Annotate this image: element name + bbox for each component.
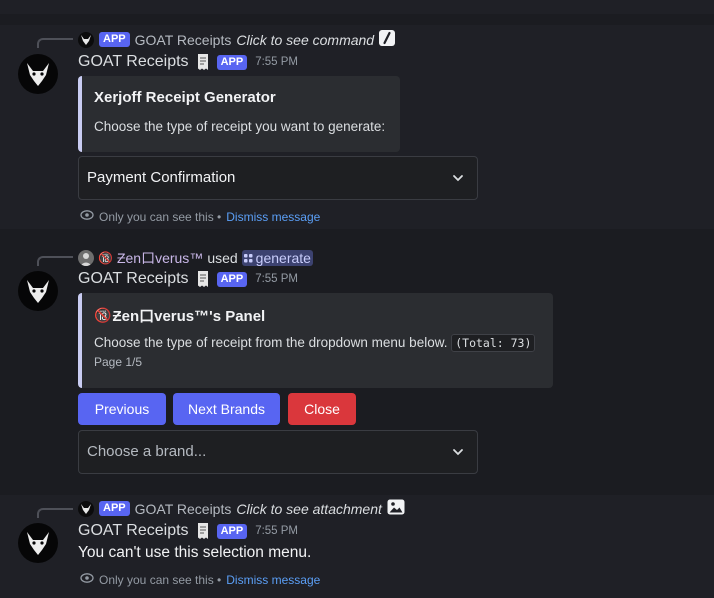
reply-action[interactable]: Click to see command: [236, 32, 374, 48]
app-tag: APP: [216, 54, 248, 70]
reply-bot-name[interactable]: GOAT Receipts: [135, 501, 232, 517]
total-count-code: (Total: 73): [451, 334, 536, 352]
close-button[interactable]: Close: [288, 393, 356, 425]
embed-title-row: 🔞 Ƶen口verus™'s Panel: [94, 305, 265, 326]
embed-title: Ƶen口verus™'s Panel: [112, 308, 266, 325]
author-name[interactable]: GOAT Receipts: [78, 53, 189, 71]
reply-preview[interactable]: APP GOAT Receipts Click to see attachmen…: [78, 499, 405, 518]
eye-icon: [80, 209, 94, 224]
ephemeral-text: Only you can see this •: [99, 572, 222, 587]
app-tag: APP: [216, 523, 248, 539]
timestamp[interactable]: 7:55 PM: [255, 273, 298, 285]
reply-bot-name[interactable]: GOAT Receipts: [135, 32, 232, 48]
app-tag: APP: [99, 32, 130, 47]
previous-message-band: [0, 0, 714, 14]
slash-command-icon: [379, 30, 396, 49]
bot-avatar[interactable]: [18, 271, 58, 311]
command-mention[interactable]: generate: [241, 250, 313, 266]
embed-card: Xerjoff Receipt Generator Choose the typ…: [78, 76, 400, 152]
age-badge-icon: 🔞: [98, 251, 113, 265]
select-placeholder: Choose a brand...: [87, 443, 207, 460]
author-name[interactable]: GOAT Receipts: [78, 270, 189, 288]
reply-preview[interactable]: 🔞 Ƶen口verus™ used generate: [78, 248, 313, 268]
reply-preview[interactable]: APP GOAT Receipts Click to see command: [78, 30, 396, 49]
message-header: GOAT Receipts APP 7:55 PM: [78, 522, 298, 540]
app-tag: APP: [99, 501, 130, 516]
message-header: GOAT Receipts APP 7:55 PM: [78, 270, 298, 288]
timestamp[interactable]: 7:55 PM: [255, 525, 298, 537]
user-mini-avatar[interactable]: [78, 250, 94, 266]
embed-title: Xerjoff Receipt Generator: [94, 89, 276, 106]
embed-description-row: Choose the type of receipt from the drop…: [94, 334, 536, 352]
image-icon: [387, 499, 405, 518]
bot-avatar[interactable]: [18, 523, 58, 563]
app-grid-icon: [243, 253, 253, 262]
author-name[interactable]: GOAT Receipts: [78, 522, 189, 540]
receipt-icon: [195, 270, 211, 288]
eye-icon: [80, 572, 94, 587]
previous-button[interactable]: Previous: [78, 393, 166, 425]
message-header: GOAT Receipts APP 7:55 PM: [78, 53, 298, 71]
select-value: Payment Confirmation: [87, 169, 236, 186]
next-brands-button[interactable]: Next Brands: [173, 393, 280, 425]
reply-connector: [37, 256, 73, 266]
message-content: You can't use this selection menu.: [78, 544, 312, 561]
embed-card: 🔞 Ƶen口verus™'s Panel Choose the type of …: [78, 293, 553, 388]
ephemeral-notice: Only you can see this • Dismiss message: [80, 209, 320, 224]
chevron-down-icon: [453, 449, 463, 456]
timestamp[interactable]: 7:55 PM: [255, 56, 298, 68]
ephemeral-text: Only you can see this •: [99, 209, 222, 224]
ephemeral-notice: Only you can see this • Dismiss message: [80, 572, 320, 587]
command-name: generate: [255, 250, 311, 266]
reply-connector: [37, 508, 73, 518]
bot-mini-avatar: [78, 500, 94, 517]
embed-description: Choose the type of receipt from the drop…: [94, 335, 448, 350]
receipt-icon: [195, 522, 211, 540]
reply-verb: used: [207, 250, 238, 266]
embed-description: Choose the type of receipt you want to g…: [94, 119, 386, 134]
dismiss-message-link[interactable]: Dismiss message: [226, 210, 320, 224]
receipt-type-select[interactable]: Payment Confirmation: [78, 156, 478, 200]
reply-user-name[interactable]: Ƶen口verus™: [117, 248, 203, 268]
dismiss-message-link[interactable]: Dismiss message: [226, 573, 320, 587]
embed-footer: Page 1/5: [94, 355, 143, 369]
chevron-down-icon: [453, 175, 463, 182]
brand-select[interactable]: Choose a brand...: [78, 430, 478, 474]
bot-avatar[interactable]: [18, 54, 58, 94]
reply-action[interactable]: Click to see attachment: [236, 501, 382, 517]
age-badge-icon: 🔞: [94, 307, 112, 323]
receipt-icon: [195, 53, 211, 71]
app-tag: APP: [216, 271, 248, 287]
bot-mini-avatar: [78, 31, 94, 48]
reply-connector: [37, 38, 73, 48]
